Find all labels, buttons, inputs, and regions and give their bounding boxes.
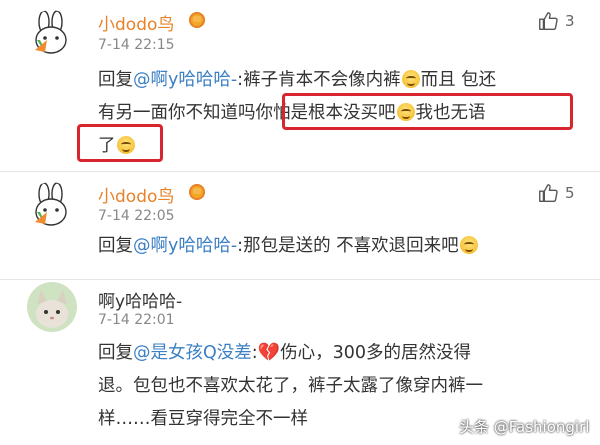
smile-emoji-icon: [401, 70, 420, 88]
avatar-cat[interactable]: [27, 282, 77, 332]
like-count: 5: [565, 184, 575, 202]
highlight-box-1: [282, 93, 573, 130]
comment-2: 小dodo鸟 7-14 22:05 5 回复@啊y哈哈哈-:那包是送的 不喜欢退…: [0, 172, 600, 280]
reply-prefix: 回复: [98, 343, 133, 363]
text-segment: 有另一面你不知道吗: [98, 103, 256, 123]
vip-badge-icon: [189, 12, 205, 28]
mention-link[interactable]: @啊y哈哈哈-: [133, 236, 237, 256]
smile-emoji-icon: [459, 236, 478, 254]
mention-link[interactable]: @啊y哈哈哈-: [133, 70, 237, 90]
commenter-name[interactable]: 啊y哈哈哈-: [98, 287, 182, 312]
vip-badge-icon: [189, 184, 205, 200]
avatar-rabbit[interactable]: [27, 182, 75, 230]
reply-prefix: 回复: [98, 70, 133, 90]
comment-text: 回复@啊y哈哈哈-:那包是送的 不喜欢退回来吧: [98, 230, 578, 263]
thumbs-up-icon[interactable]: [537, 10, 559, 32]
commenter-name[interactable]: 小dodo鸟: [98, 182, 174, 207]
comment-time: 7-14 22:01: [98, 312, 175, 328]
comment-time: 7-14 22:15: [98, 37, 175, 53]
text-segment: 而且 包还: [420, 70, 497, 90]
commenter-name[interactable]: 小dodo鸟: [98, 10, 174, 35]
text-segment: 伤心，300多的居然没得: [280, 343, 472, 363]
like-count: 3: [565, 12, 575, 30]
highlight-box-2: [77, 124, 163, 162]
comment-1: 小dodo鸟 7-14 22:15 3 回复@啊y哈哈哈-:裤子肯本不会像内裤而…: [0, 0, 600, 180]
avatar-rabbit[interactable]: [27, 10, 75, 58]
text-line: 退。包包也不喜欢太花了，裤子太露了像穿内裤一: [98, 376, 483, 396]
reply-prefix: 回复: [98, 236, 133, 256]
broken-heart-icon: 💔: [257, 342, 281, 363]
comment-time: 7-14 22:05: [98, 208, 175, 224]
watermark: 头条 @Fashiongirl: [459, 418, 590, 436]
text-segment: :那包是送的 不喜欢退回来吧: [237, 236, 459, 256]
thumbs-up-icon[interactable]: [537, 182, 559, 204]
text-segment: :裤子肯本不会像内裤: [237, 70, 401, 90]
mention-link[interactable]: @是女孩Q没差: [133, 343, 252, 363]
